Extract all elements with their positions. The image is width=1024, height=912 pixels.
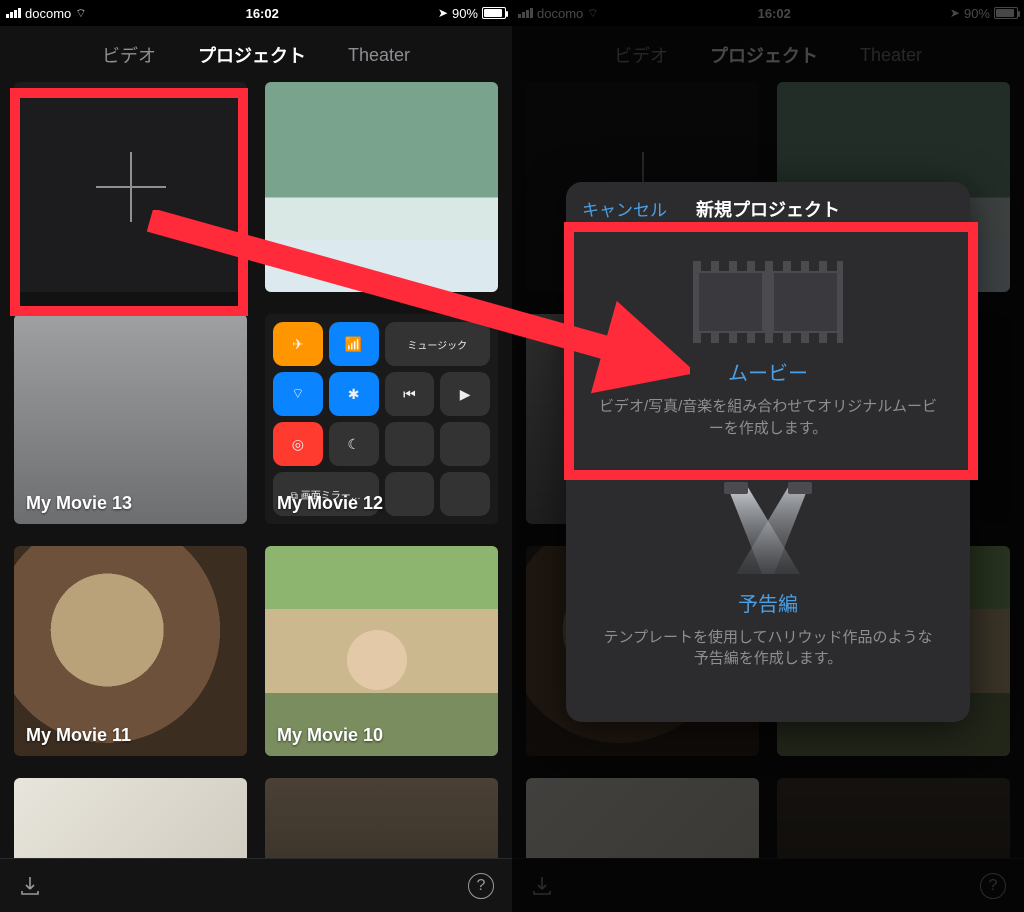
project-tile[interactable] [777,778,1010,858]
tab-projects[interactable]: プロジェクト [710,42,818,68]
cc-cell-icon: 📶 [329,322,379,366]
help-glyph: ? [477,877,486,895]
project-tile[interactable]: My Movie 13 [14,314,247,524]
project-label: My Movie 10 [277,725,383,746]
status-bar: docomo ⌔ 16:02 ➤ 90% [0,0,512,26]
cc-prev-icon: ⏮ [385,372,435,416]
cancel-button[interactable]: キャンセル [582,196,667,221]
new-project-tile[interactable] [14,82,247,292]
carrier-label: docomo [537,6,583,21]
tab-projects[interactable]: プロジェクト [198,42,306,68]
project-tile[interactable] [526,778,759,858]
project-thumbnail [265,778,498,858]
cc-dnd-icon: ☾ [329,422,379,466]
status-time: 16:02 [246,6,279,21]
project-thumbnail [777,778,1010,858]
help-glyph: ? [989,877,998,895]
signal-icon [6,8,21,18]
project-tile[interactable] [14,778,247,858]
status-bar: docomo ⌔ 16:02 ➤ 90% [512,0,1024,26]
help-icon[interactable]: ? [468,873,494,899]
tab-video[interactable]: ビデオ [614,42,668,68]
import-icon[interactable] [18,874,42,898]
new-project-sheet: キャンセル 新規プロジェクト ムービー ビデオ/写真/音楽を組み合わせてオリジナ… [566,182,970,722]
bottom-toolbar: ? [512,858,1024,912]
option-movie-desc: ビデオ/写真/音楽を組み合わせてオリジナルムービーを作成します。 [596,396,940,440]
cc-play-icon: ▶ [440,372,490,416]
film-icon [693,261,843,343]
sheet-title: 新規プロジェクト [696,196,840,222]
project-tile[interactable]: My Movie 11 [14,546,247,756]
project-tile[interactable]: My Movie 10 [265,546,498,756]
spotlight-icon [708,482,828,578]
cc-wifi-icon: ⌔ [273,372,323,416]
phone-left: docomo ⌔ 16:02 ➤ 90% ビデオ プロジェクト Theater … [0,0,512,912]
project-label: My Movie 11 [26,725,131,746]
cc-music-label: ミュージック [385,322,491,366]
cc-tile [440,472,490,516]
option-trailer[interactable]: 予告編 テンプレートを使用してハリウッド作品のような予告編を作成します。 [566,460,970,695]
project-thumbnail [14,778,247,858]
help-icon[interactable]: ? [980,873,1006,899]
import-icon[interactable] [530,874,554,898]
project-tile[interactable] [265,778,498,858]
tab-video[interactable]: ビデオ [102,42,156,68]
battery-icon [482,7,506,19]
tab-theater[interactable]: Theater [348,45,410,66]
bottom-toolbar: ? [0,858,512,912]
project-grid: My Movie 13 ✈︎ 📶 ミュージック ⌔ ✱ ⏮ ▶ ◎ ☾ ⧉ 画面… [0,82,512,858]
tab-theater[interactable]: Theater [860,45,922,66]
project-tile[interactable]: ✈︎ 📶 ミュージック ⌔ ✱ ⏮ ▶ ◎ ☾ ⧉ 画面ミラー… My Movi… [265,314,498,524]
plus-icon [96,152,166,222]
signal-icon [518,8,533,18]
cc-tile [385,472,435,516]
battery-pct: 90% [452,6,478,21]
cc-tile [440,422,490,466]
phone-right: docomo ⌔ 16:02 ➤ 90% ビデオ プロジェクト Theater … [512,0,1024,912]
option-movie-title: ムービー [596,357,940,386]
location-icon: ➤ [950,6,960,20]
battery-icon [994,7,1018,19]
top-tabs: ビデオ プロジェクト Theater [512,26,1024,82]
cc-tile [385,422,435,466]
option-movie[interactable]: ムービー ビデオ/写真/音楽を組み合わせてオリジナルムービーを作成します。 [566,239,970,464]
wifi-icon: ⌔ [587,6,598,21]
carrier-label: docomo [25,6,71,21]
battery-pct: 90% [964,6,990,21]
option-trailer-title: 予告編 [596,588,940,617]
project-label: My Movie 12 [277,493,383,514]
option-trailer-desc: テンプレートを使用してハリウッド作品のような予告編を作成します。 [596,627,940,671]
project-thumbnail [265,82,498,292]
cc-bluetooth-icon: ✱ [329,372,379,416]
cc-record-icon: ◎ [273,422,323,466]
status-time: 16:02 [758,6,791,21]
project-thumbnail [526,778,759,858]
top-tabs: ビデオ プロジェクト Theater [0,26,512,82]
project-tile[interactable] [265,82,498,292]
location-icon: ➤ [438,6,448,20]
wifi-icon: ⌔ [75,6,86,21]
project-label: My Movie 13 [26,493,132,514]
cc-airplane-icon: ✈︎ [273,322,323,366]
